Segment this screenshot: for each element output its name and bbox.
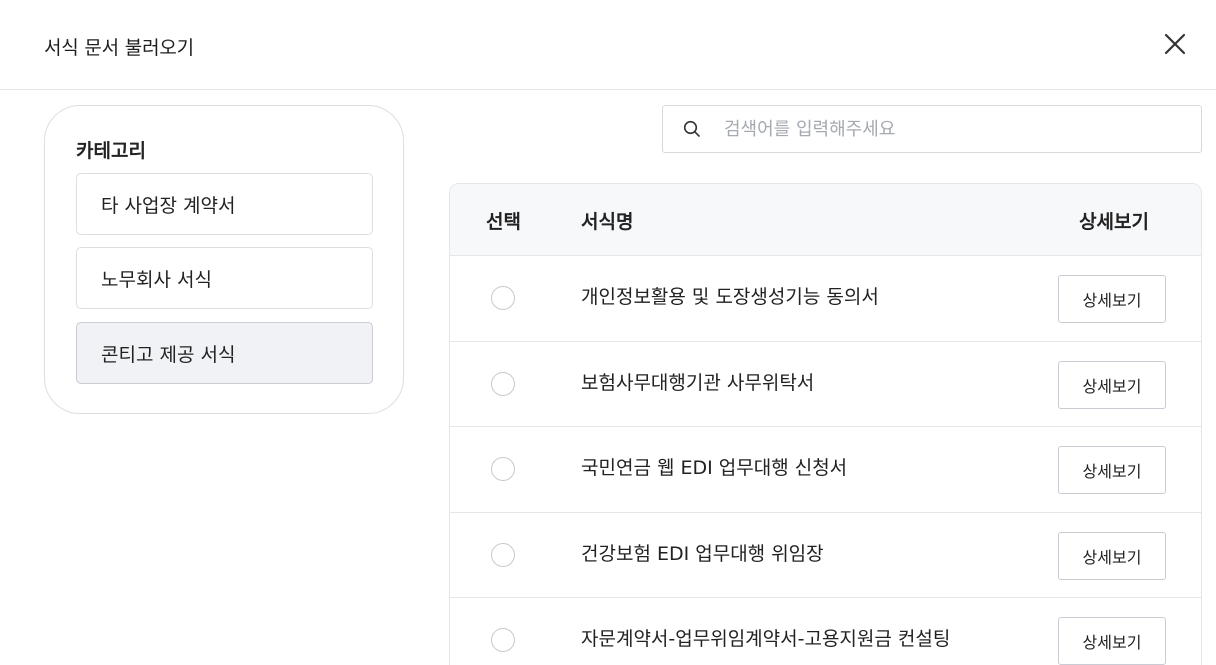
modal-header: 서식 문서 불러오기 — [0, 0, 1216, 90]
table-row: 보험사무대행기관 사무위탁서 상세보기 — [450, 342, 1201, 427]
view-detail-button[interactable]: 상세보기 — [1058, 531, 1166, 580]
search-input[interactable] — [724, 109, 1184, 149]
header-template-name: 서식명 — [581, 210, 634, 233]
close-icon — [1164, 33, 1186, 55]
view-detail-button[interactable]: 상세보기 — [1058, 446, 1166, 494]
category-item-contigo-forms[interactable]: 콘티고 제공 서식 — [76, 322, 373, 384]
category-item-label: 노무회사 서식 — [101, 268, 212, 291]
category-heading: 카테고리 — [76, 140, 146, 162]
template-table: 선택 서식명 상세보기 개인정보활용 및 도장생성기능 동의서 상세보기 보험사… — [449, 183, 1202, 665]
row-select-radio[interactable] — [491, 628, 515, 652]
load-template-modal: 서식 문서 불러오기 카테고리 타 사업장 계약서 노무회사 서식 콘티고 제공… — [0, 0, 1216, 665]
template-name: 국민연금 웹 EDI 업무대행 신청서 — [581, 457, 848, 479]
row-select-radio[interactable] — [491, 286, 515, 310]
table-row: 자문계약서-업무위임계약서-고용지원금 컨설팅 상세보기 — [450, 598, 1201, 665]
table-row: 개인정보활용 및 도장생성기능 동의서 상세보기 — [450, 256, 1201, 342]
view-detail-button[interactable]: 상세보기 — [1058, 275, 1166, 323]
category-item-label: 콘티고 제공 서식 — [101, 343, 236, 366]
search-box[interactable] — [662, 105, 1202, 153]
template-name: 건강보험 EDI 업무대행 위임장 — [581, 542, 824, 565]
category-item-label: 타 사업장 계약서 — [101, 194, 236, 217]
template-name: 자문계약서-업무위임계약서-고용지원금 컨설팅 — [581, 628, 951, 650]
view-detail-button[interactable]: 상세보기 — [1058, 360, 1166, 409]
row-select-radio[interactable] — [491, 542, 515, 567]
category-panel: 카테고리 타 사업장 계약서 노무회사 서식 콘티고 제공 서식 — [44, 105, 404, 414]
header-select: 선택 — [486, 210, 521, 233]
search-icon — [683, 120, 700, 137]
modal-title: 서식 문서 불러오기 — [44, 37, 194, 59]
close-button[interactable] — [1158, 27, 1192, 61]
table-row: 건강보험 EDI 업무대행 위임장 상세보기 — [450, 513, 1201, 598]
table-row: 국민연금 웹 EDI 업무대행 신청서 상세보기 — [450, 427, 1201, 513]
category-item-other-workplace-contracts[interactable]: 타 사업장 계약서 — [76, 173, 373, 235]
row-select-radio[interactable] — [491, 371, 515, 396]
view-detail-button[interactable]: 상세보기 — [1058, 617, 1166, 665]
template-name: 개인정보활용 및 도장생성기능 동의서 — [581, 286, 879, 308]
category-item-labor-firm-forms[interactable]: 노무회사 서식 — [76, 247, 373, 309]
header-detail: 상세보기 — [1079, 210, 1149, 233]
table-header: 선택 서식명 상세보기 — [450, 184, 1201, 256]
row-select-radio[interactable] — [491, 457, 515, 481]
template-name: 보험사무대행기관 사무위탁서 — [581, 371, 815, 394]
